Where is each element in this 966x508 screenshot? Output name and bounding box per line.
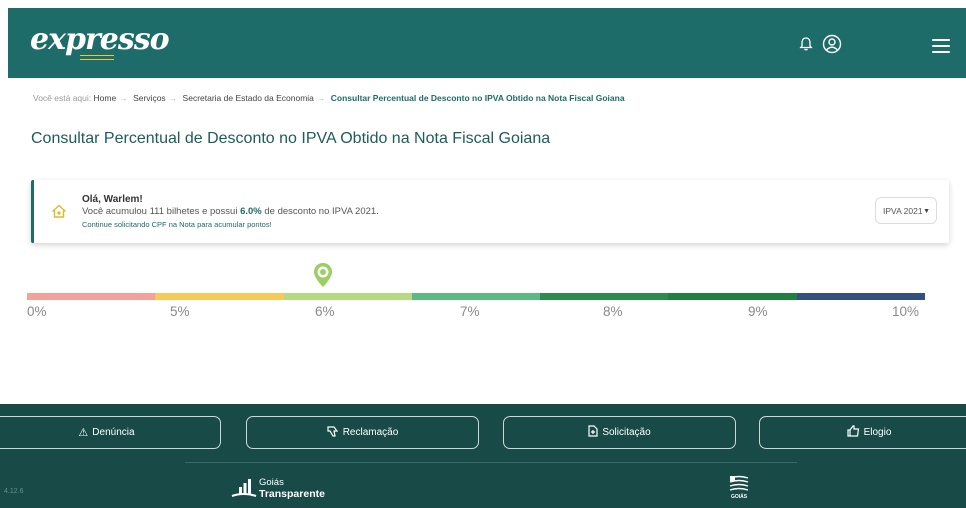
home-icon <box>52 204 66 218</box>
thumbs-down-icon <box>327 425 339 440</box>
logo-underline <box>80 55 114 60</box>
goias-flag-icon <box>729 475 749 491</box>
discount-value: 6.0% <box>240 206 262 217</box>
caret-down-icon: ▼ <box>923 208 930 215</box>
scale-label-7: 7% <box>460 304 480 319</box>
breadcrumb-prefix: Você está aqui: <box>33 93 92 103</box>
warning-icon: ⚠ <box>78 427 89 439</box>
document-icon <box>588 425 598 440</box>
scale-label-0: 0% <box>27 304 47 319</box>
breadcrumb: Você está aqui: Home → Serviços → Secretar… <box>33 93 625 103</box>
scale-segment <box>411 293 541 300</box>
user-circle-icon[interactable] <box>822 34 842 54</box>
hamburger-menu-icon[interactable] <box>932 39 950 57</box>
greeting-text: Olá, Warlem! <box>82 194 143 205</box>
header-bar: expresso <box>8 8 966 78</box>
goias-transparente-logo[interactable]: Goiás Transparente <box>231 477 325 504</box>
scale-label-8: 8% <box>603 304 623 319</box>
bell-icon[interactable] <box>798 36 814 52</box>
bar-chart-icon <box>231 479 257 497</box>
breadcrumb-current: Consultar Percentual de Desconto no IPVA… <box>330 93 625 103</box>
version-label: 4.12.6 <box>4 488 24 495</box>
scale-label-5: 5% <box>170 304 190 319</box>
page-title: Consultar Percentual de Desconto no IPVA… <box>31 130 551 147</box>
discount-scale-bar <box>27 293 925 300</box>
scale-label-6: 6% <box>315 304 335 319</box>
scale-labels: 0% 5% 6% 7% 8% 9% 10% <box>0 304 966 324</box>
scale-segment <box>27 293 156 300</box>
scale-segment <box>283 293 412 300</box>
denuncia-button[interactable]: ⚠ Denúncia <box>0 416 221 449</box>
scale-segment <box>668 293 797 300</box>
goias-government-logo[interactable]: GOIÁS <box>728 475 750 505</box>
reclamacao-button[interactable]: Reclamação <box>246 416 479 449</box>
discount-card: Olá, Warlem! Você acumulou 111 bilhetes … <box>31 180 949 243</box>
location-marker-icon <box>314 263 332 287</box>
discount-message: Você acumulou 111 bilhetes e possui 6.0%… <box>82 206 379 217</box>
solicitacao-button[interactable]: Solicitação <box>503 416 736 449</box>
scale-label-9: 9% <box>748 304 768 319</box>
elogio-button[interactable]: Elogio <box>759 416 966 449</box>
expresso-logo[interactable]: expresso <box>30 22 170 57</box>
hint-text: Continue solicitando CPF na Nota para ac… <box>82 220 272 229</box>
breadcrumb-item-secretaria[interactable]: Secretaria de Estado da Economia <box>183 93 314 103</box>
scale-label-10: 10% <box>892 304 920 319</box>
scale-segment <box>540 293 669 300</box>
thumbs-up-icon <box>846 425 860 440</box>
scale-segment <box>796 293 925 300</box>
footer: ⚠ Denúncia Reclamação Solicitação Elogio… <box>0 404 966 508</box>
ipva-year-select[interactable]: IPVA 2021 ▼ <box>875 197 937 224</box>
scale-segment <box>155 293 284 300</box>
breadcrumb-item-servicos[interactable]: Serviços <box>133 93 166 103</box>
breadcrumb-item-home[interactable]: Home <box>94 93 117 103</box>
footer-divider <box>185 462 797 463</box>
